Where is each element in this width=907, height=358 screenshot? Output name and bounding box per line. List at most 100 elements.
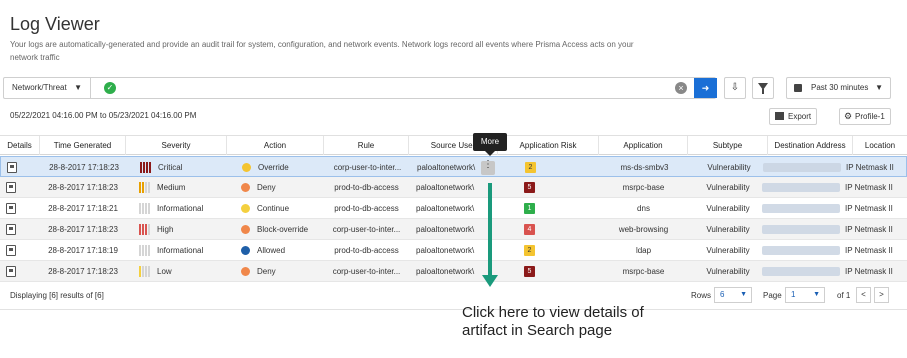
rule: corp-user-to-inter...: [332, 267, 401, 276]
subtype: Vulnerability: [706, 183, 750, 192]
col-details[interactable]: Details: [0, 136, 40, 155]
application: ldap: [635, 246, 652, 255]
clear-query-icon[interactable]: ×: [675, 82, 687, 94]
col-subtype[interactable]: Subtype: [688, 136, 768, 155]
details-icon[interactable]: [6, 245, 16, 256]
table-row[interactable]: 28-8-2017 17:18:19 Informational Allowed pr…: [0, 240, 907, 261]
chevron-down-icon: ▼: [740, 291, 747, 298]
application: dns: [637, 204, 650, 213]
details-icon[interactable]: [6, 182, 16, 193]
chevron-down-icon: ▼: [813, 291, 820, 298]
application: msrpc-base: [622, 267, 665, 276]
risk-badge: 5: [524, 266, 535, 277]
severity-bar: [145, 182, 147, 193]
date-range-text: 05/22/2021 04:16.00 PM to 05/23/2021 04:…: [10, 111, 197, 120]
details-icon[interactable]: [6, 203, 16, 214]
time-generated: 28-8-2017 17:18:23: [48, 267, 118, 276]
severity-label: Critical: [158, 163, 183, 172]
valid-query-check-icon: ✓: [104, 82, 116, 94]
action-label: Deny: [257, 183, 276, 192]
severity-bar: [139, 224, 141, 235]
action-status-icon: [241, 183, 250, 192]
col-application-risk[interactable]: Application Risk: [498, 136, 599, 155]
time-generated: 28-8-2017 17:18:19: [48, 246, 118, 255]
table-row[interactable]: 28-8-2017 17:18:23 Medium Deny prod-to-db-a…: [0, 177, 907, 198]
destination-address-redacted: [762, 246, 840, 255]
profile-button[interactable]: ⚙ Profile-1: [839, 108, 891, 125]
risk-badge: 2: [525, 162, 536, 173]
action-label: Continue: [257, 204, 290, 213]
table-row[interactable]: 28-8-2017 17:18:21 Informational Continue p…: [0, 198, 907, 219]
location: IP Netmask II: [845, 225, 893, 234]
severity-label: Informational: [157, 246, 204, 255]
page-select[interactable]: 1 ▼: [785, 287, 825, 303]
application: ms-ds-smbv3: [620, 163, 669, 172]
details-icon[interactable]: [7, 162, 17, 173]
col-rule[interactable]: Rule: [324, 136, 409, 155]
filter-button[interactable]: [752, 77, 774, 99]
severity-bars-icon: [139, 224, 151, 235]
destination-address-redacted: [762, 183, 840, 192]
severity-bars-icon: [140, 162, 152, 173]
destination-address-redacted: [763, 163, 841, 172]
action-label: Block-override: [257, 225, 309, 234]
table-row[interactable]: 28-8-2017 17:18:23 High Block-override corp…: [0, 219, 907, 240]
download-button[interactable]: ⇩: [724, 77, 746, 99]
results-count: Displaying [6] results of [6]: [10, 291, 104, 300]
application: web-browsing: [618, 225, 669, 234]
severity-label: Informational: [157, 204, 204, 213]
severity-bar: [143, 162, 145, 173]
severity-bars-icon: [139, 266, 151, 277]
col-time-generated[interactable]: Time Generated: [40, 136, 126, 155]
severity-bar: [145, 266, 147, 277]
download-icon: ⇩: [730, 82, 740, 93]
severity-bar: [149, 162, 151, 173]
col-action[interactable]: Action: [227, 136, 324, 155]
chevron-down-icon: ▼: [74, 83, 82, 92]
source-user: paloaltonetwork\: [416, 267, 475, 276]
time-range-select[interactable]: Past 30 minutes ▼: [786, 77, 891, 99]
profile-label: Profile-1: [855, 112, 885, 121]
kebab-menu-icon: ⋮: [483, 159, 493, 170]
severity-bar: [148, 182, 150, 193]
table-row[interactable]: 28-8-2017 17:18:23 Critical Override corp-u…: [0, 156, 907, 177]
details-icon[interactable]: [6, 224, 16, 235]
severity-bar: [148, 224, 150, 235]
destination-address-redacted: [762, 225, 840, 234]
rule: prod-to-db-access: [334, 183, 399, 192]
risk-badge: 1: [524, 203, 535, 214]
log-type-select[interactable]: Network/Threat ▼: [4, 78, 91, 98]
table-header: Details Time Generated Severity Action R…: [0, 135, 907, 155]
rule: prod-to-db-access: [334, 204, 399, 213]
col-location[interactable]: Location: [853, 136, 907, 155]
more-button[interactable]: ⋮: [481, 159, 495, 175]
rows-per-page-select[interactable]: 6 ▼: [714, 287, 752, 303]
run-query-button[interactable]: ➜: [694, 78, 717, 98]
severity-bar: [139, 203, 141, 214]
col-application[interactable]: Application: [599, 136, 688, 155]
severity-bar: [139, 182, 141, 193]
tooltip-arrow: [485, 151, 495, 156]
col-severity[interactable]: Severity: [126, 136, 227, 155]
page-title: Log Viewer: [10, 14, 100, 34]
annotation-callout: Click here to view details of artifact i…: [462, 304, 644, 339]
table-row[interactable]: 28-8-2017 17:18:23 Low Deny corp-user-to-in…: [0, 261, 907, 282]
page-subtitle: Your logs are automatically-generated an…: [10, 40, 634, 62]
log-viewer-panel: Log Viewer Your logs are automatically-g…: [0, 0, 907, 310]
next-page-button[interactable]: >: [874, 287, 889, 303]
rule: prod-to-db-access: [334, 246, 399, 255]
destination-address-redacted: [762, 204, 840, 213]
time-generated: 28-8-2017 17:18:23: [49, 163, 119, 172]
details-icon[interactable]: [6, 266, 16, 277]
rule: corp-user-to-inter...: [332, 225, 401, 234]
export-button[interactable]: Export: [769, 108, 817, 125]
source-user: paloaltonetwork\: [416, 183, 475, 192]
severity-bars-icon: [139, 245, 151, 256]
severity-bar: [148, 245, 150, 256]
query-bar: Network/Threat ▼ ✓ × ➜: [3, 77, 717, 99]
prev-page-button[interactable]: <: [856, 287, 871, 303]
page-total: of 1: [837, 291, 851, 300]
col-destination-address[interactable]: Destination Address: [768, 136, 853, 155]
application: msrpc-base: [622, 183, 665, 192]
severity-bar: [139, 266, 141, 277]
